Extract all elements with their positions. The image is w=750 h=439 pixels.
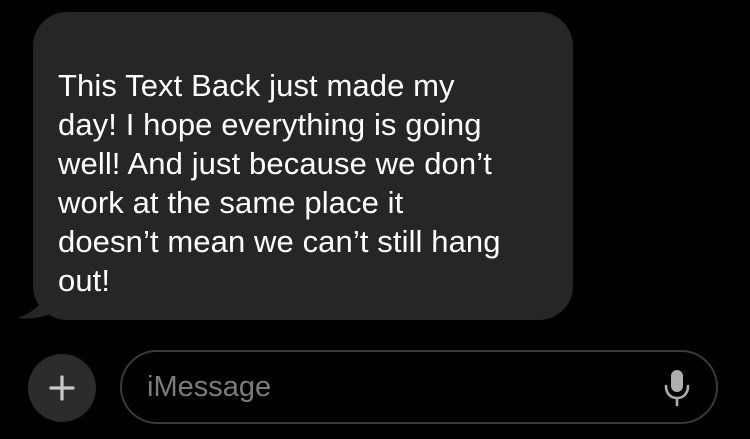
plus-icon bbox=[49, 375, 75, 401]
message-thread: This Text Back just made my day! I hope … bbox=[0, 0, 750, 340]
received-message-bubble[interactable]: This Text Back just made my day! I hope … bbox=[33, 12, 573, 320]
message-composer bbox=[0, 340, 750, 439]
imessage-field[interactable] bbox=[120, 350, 718, 424]
microphone-icon[interactable] bbox=[664, 369, 690, 407]
message-text: This Text Back just made my day! I hope … bbox=[58, 68, 501, 298]
apps-add-button[interactable] bbox=[28, 354, 96, 422]
imessage-input[interactable] bbox=[147, 352, 647, 422]
